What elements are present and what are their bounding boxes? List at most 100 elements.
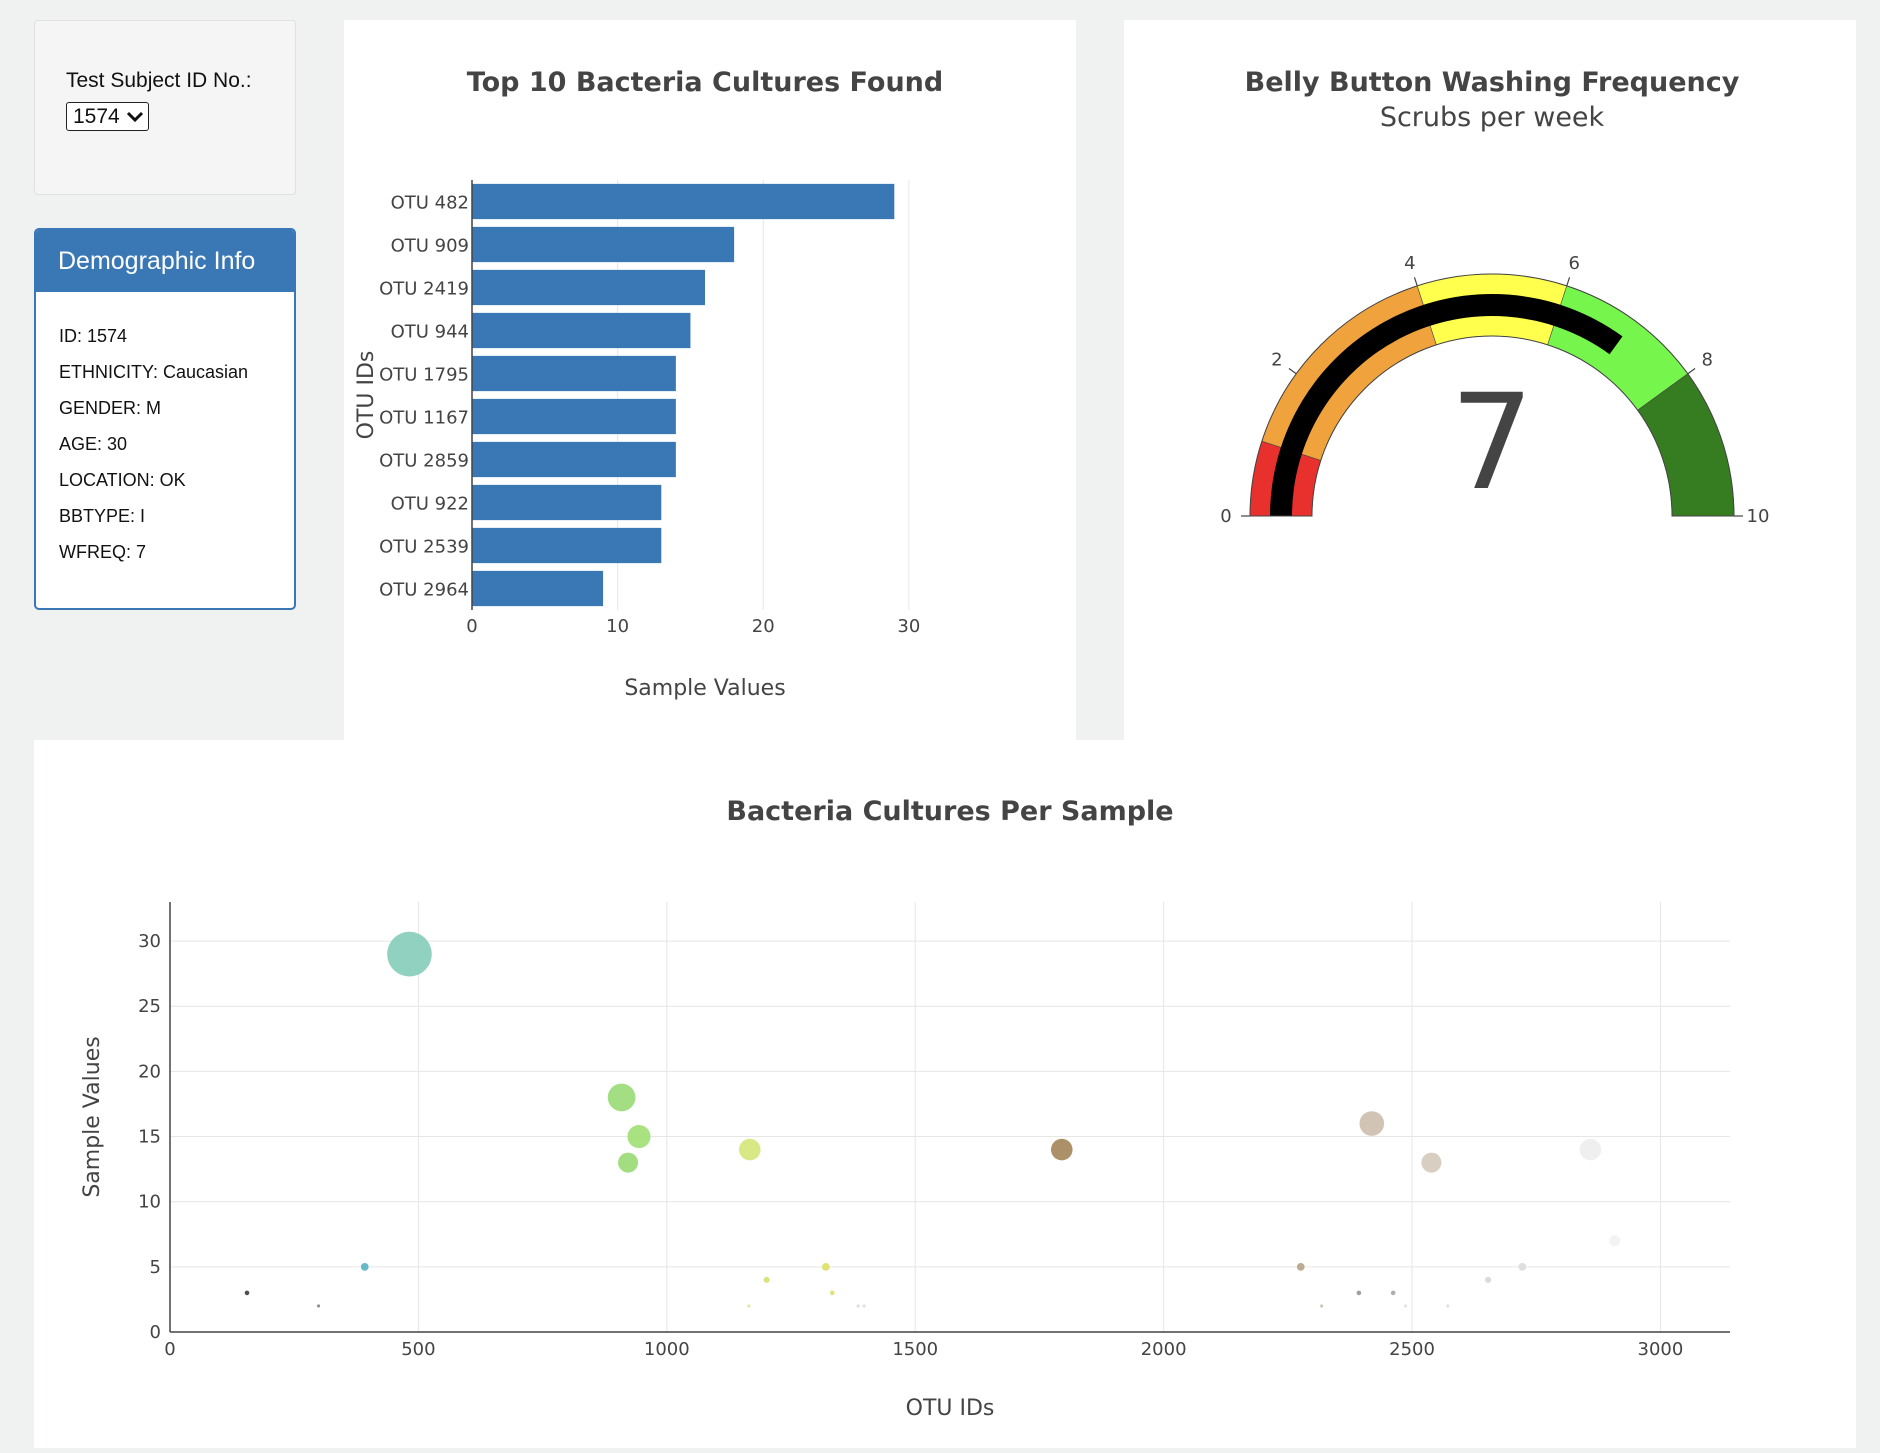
gauge-subtitle: Scrubs per week <box>1380 102 1605 133</box>
bubble-y-tick-label: 15 <box>138 1127 161 1148</box>
gauge-tick-mark <box>1413 277 1418 287</box>
demo-age: AGE: 30 <box>59 434 128 454</box>
demo-ethnicity: ETHNICITY: Caucasian <box>59 362 249 382</box>
bar-rect <box>472 312 691 349</box>
bar-x-tick-label: 30 <box>897 616 920 637</box>
bubble-point <box>763 1276 770 1283</box>
bar-y-tick-label: OTU 2964 <box>379 580 469 601</box>
demo-location: LOCATION: OK <box>59 470 186 490</box>
bubble-point <box>862 1304 866 1308</box>
bar-x-tick-label: 20 <box>752 616 775 637</box>
bar-y-tick-label: OTU 922 <box>391 494 469 515</box>
bar-rect <box>472 484 662 521</box>
gauge-tick-mark <box>1566 277 1571 287</box>
bar-rect <box>472 441 676 478</box>
bubble-point <box>1296 1262 1305 1271</box>
bubble-point <box>244 1290 250 1296</box>
bubble-y-tick-label: 5 <box>150 1257 161 1278</box>
chevron-down-icon <box>126 105 144 129</box>
bubble-point <box>387 931 432 977</box>
bubble-x-tick-label: 1500 <box>892 1339 938 1360</box>
bubble-point <box>747 1304 751 1308</box>
bubble-point <box>1446 1304 1450 1308</box>
bar-y-tick-label: OTU 2419 <box>379 279 469 300</box>
bubble-point <box>1579 1138 1602 1161</box>
bar-y-tick-label: OTU 482 <box>391 193 469 214</box>
bubble-x-tick-label: 2000 <box>1141 1339 1187 1360</box>
demo-id: ID: 1574 <box>59 326 128 346</box>
bar-y-tick-label: OTU 2859 <box>379 451 469 472</box>
demographic-panel-title: Demographic Info <box>36 230 294 292</box>
bubble-point <box>1518 1262 1527 1271</box>
bar-chart-container: Top 10 Bacteria Cultures Found 0 10 20 30 OTU… <box>344 20 1076 740</box>
bar-chart-title: Top 10 Bacteria Cultures Found <box>467 67 943 98</box>
bar-rect <box>472 527 662 564</box>
bar-rect <box>472 355 676 392</box>
bubble-point <box>1404 1304 1408 1308</box>
bubble-point <box>1359 1111 1385 1136</box>
gauge-tick-label: 8 <box>1701 350 1712 371</box>
subject-id-select[interactable]: 1574 <box>66 102 149 131</box>
demo-wfreq: WFREQ: 7 <box>59 542 147 562</box>
bubble-y-tick-label: 0 <box>150 1322 161 1343</box>
bar-y-tick-label: OTU 2539 <box>379 537 469 558</box>
bar-rect <box>472 226 735 263</box>
subject-id-value: 1574 <box>73 104 120 128</box>
bubble-point <box>856 1304 860 1308</box>
bubble-x-tick-label: 0 <box>164 1339 175 1360</box>
demo-gender: GENDER: M <box>59 398 162 418</box>
demographic-info-body: ID: 1574 ETHNICITY: Caucasian GENDER: M … <box>36 292 294 570</box>
gauge-tick-label: 4 <box>1404 253 1415 274</box>
bubble-y-tick-label: 30 <box>138 931 161 952</box>
bubble-x-tick-label: 1000 <box>644 1339 690 1360</box>
bar-x-tick-label: 10 <box>606 616 629 637</box>
gauge-tick-label: 2 <box>1271 350 1282 371</box>
bubble-x-axis-title: OTU IDs <box>906 1396 995 1421</box>
demo-bbtype: BBTYPE: I <box>59 506 146 526</box>
bubble-x-tick-label: 2500 <box>1389 1339 1435 1360</box>
subject-selector-label: Test Subject ID No.: <box>66 69 252 92</box>
bubble-point <box>1421 1152 1442 1173</box>
bubble-y-tick-label: 20 <box>138 1061 161 1082</box>
bubble-point <box>1356 1290 1362 1296</box>
gauge-tick-label: 0 <box>1220 506 1231 527</box>
gauge-tick-mark <box>1687 367 1696 375</box>
bubble-point <box>1320 1304 1324 1308</box>
gauge-value-number: 7 <box>1450 366 1534 520</box>
bar-rect <box>472 269 705 306</box>
bar-rect <box>472 570 604 607</box>
bubble-y-axis-title: Sample Values <box>80 1036 105 1197</box>
gauge-tick-mark <box>1288 367 1297 375</box>
bar-y-tick-label: OTU 944 <box>391 322 469 343</box>
bubble-point <box>1484 1276 1492 1283</box>
bubble-y-tick-label: 10 <box>138 1192 161 1213</box>
bubble-point <box>739 1138 761 1161</box>
bar-rect <box>472 183 895 220</box>
bar-y-axis-title: OTU IDs <box>354 351 379 440</box>
bubble-point <box>1051 1138 1073 1161</box>
gauge-chart: Belly Button Washing Frequency Scrubs per… <box>1220 67 1770 527</box>
gauge-tick-label: 6 <box>1568 253 1579 274</box>
bubble-point <box>618 1152 639 1173</box>
subject-selector-well: Test Subject ID No.: 1574 <box>34 20 296 195</box>
bar-x-tick-label: 0 <box>466 616 477 637</box>
bubble-x-tick-label: 3000 <box>1638 1339 1684 1360</box>
bubble-y-tick-label: 25 <box>138 996 161 1017</box>
bubble-point <box>317 1304 321 1308</box>
gauge-tick-label: 10 <box>1747 506 1770 527</box>
bubble-point <box>821 1262 830 1271</box>
bubble-point <box>360 1262 369 1271</box>
bar-chart: Top 10 Bacteria Cultures Found 0 10 20 30 OTU… <box>354 67 943 701</box>
bubble-chart: Bacteria Cultures Per Sample 0 500 1000 1500… <box>80 796 1730 1421</box>
bar-y-tick-label: OTU 909 <box>391 236 469 257</box>
gauge-chart-container: Belly Button Washing Frequency Scrubs per… <box>1124 20 1856 740</box>
bar-rect <box>472 398 676 435</box>
gauge-title: Belly Button Washing Frequency <box>1245 67 1740 98</box>
bar-y-tick-label: OTU 1795 <box>379 365 469 386</box>
bubble-point <box>829 1290 835 1296</box>
bubble-chart-container: Bacteria Cultures Per Sample 0 500 1000 1500… <box>34 740 1856 1448</box>
bubble-chart-title: Bacteria Cultures Per Sample <box>726 796 1173 827</box>
bubble-point <box>627 1124 651 1149</box>
bubble-point <box>607 1083 636 1112</box>
bar-y-tick-label: OTU 1167 <box>379 408 469 429</box>
